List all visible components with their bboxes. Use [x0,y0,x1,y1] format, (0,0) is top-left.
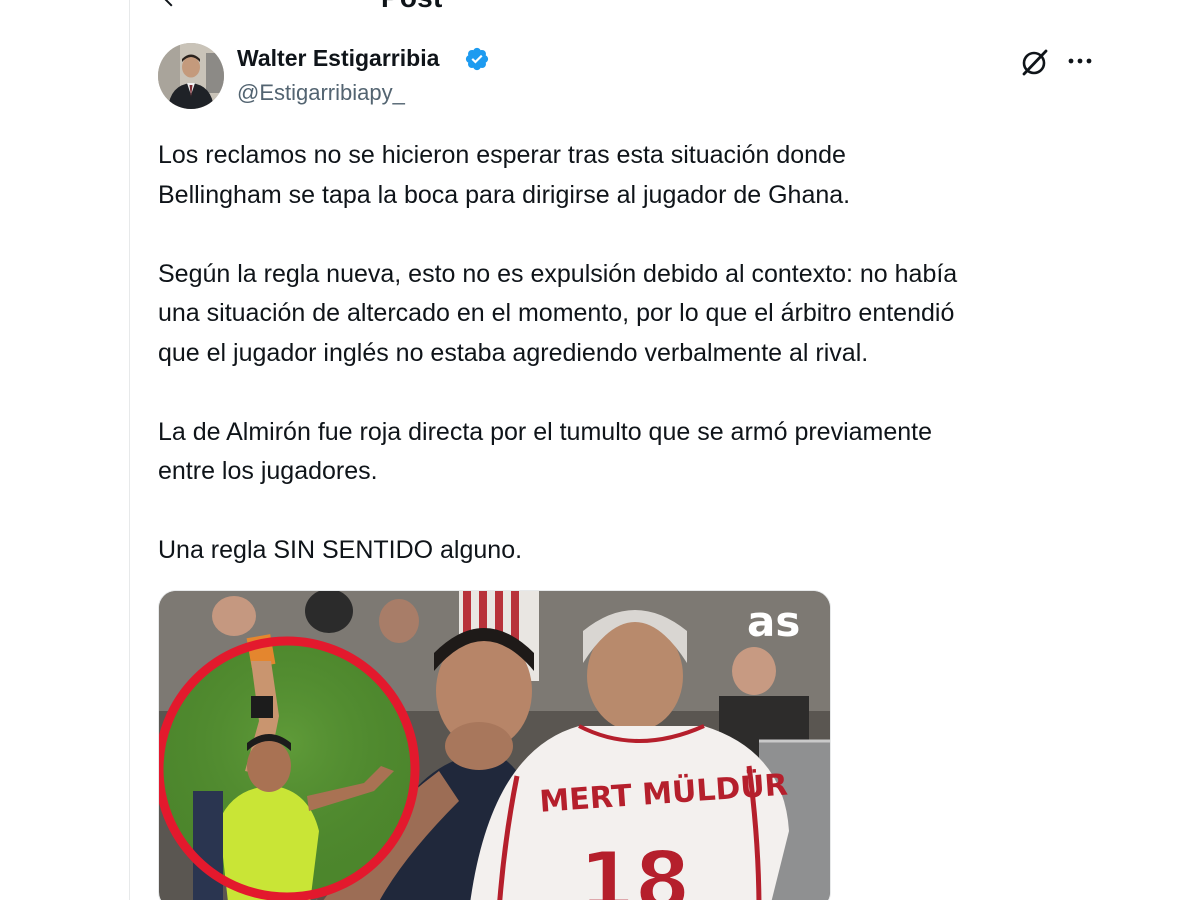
author-handle[interactable]: @Estigarribiapy_ [237,80,405,106]
avatar[interactable] [158,43,224,109]
more-horizontal-icon[interactable] [1065,48,1095,74]
media-logo: as [747,597,800,646]
post-text-line: Los reclamos no se hicieron esperar tras… [158,141,846,169]
post-text-line: una situación de altercado en el momento… [158,299,955,327]
post-text: Los reclamos no se hicieron esperar tras… [158,136,1108,571]
grok-icon[interactable] [1019,46,1051,78]
post-media-image[interactable]: MERT MÜLDÜR 18 as [158,590,831,900]
author-name[interactable]: Walter Estigarribia [237,45,439,72]
post-text-line: que el jugador inglés no estaba agredien… [158,338,869,367]
post-text-line: Según la regla nueva, esto no es expulsi… [158,259,958,288]
post-card: Walter Estigarribia @Estigarribiapy_ Los… [131,0,1121,900]
verified-badge-icon [465,47,489,71]
post-text-line: La de Almirón fue roja directa por el tu… [158,417,933,446]
jersey-number-text: 18 [579,835,690,900]
post-text-line: Una regla SIN SENTIDO alguno. [158,536,523,564]
left-gutter [0,0,130,900]
post-text-line: entre los jugadores. [158,457,378,485]
post-text-line: Bellingham se tapa la boca para dirigirs… [158,180,851,209]
